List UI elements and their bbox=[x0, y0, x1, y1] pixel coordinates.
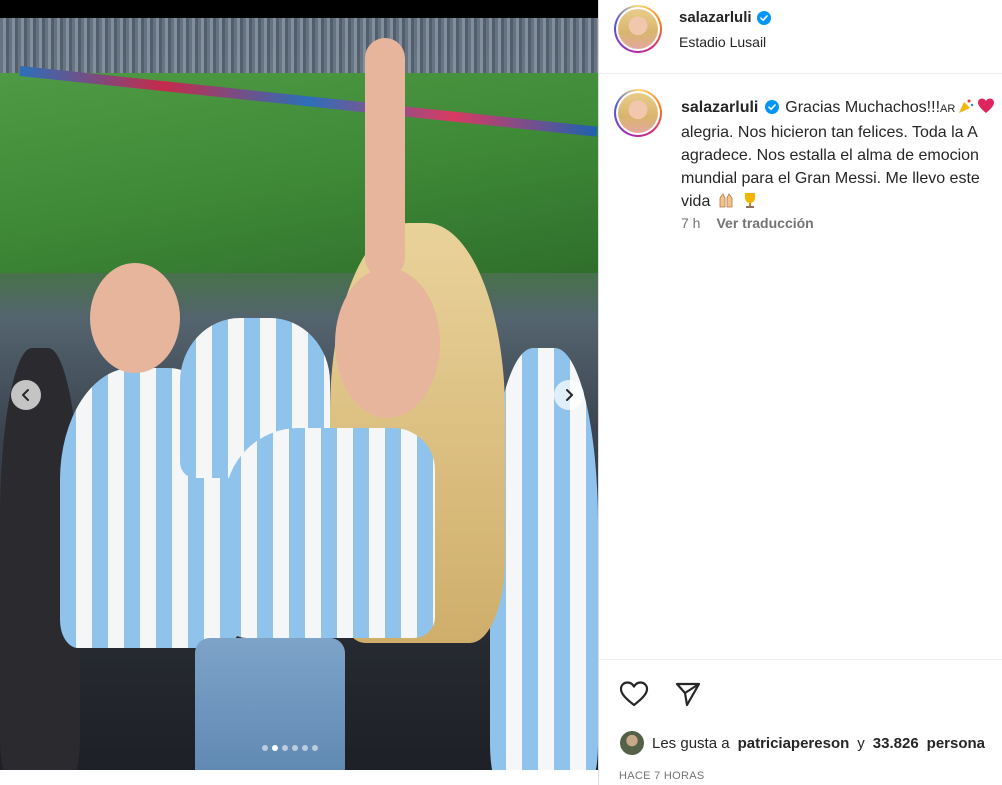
header-avatar[interactable] bbox=[614, 5, 662, 53]
carousel-dot bbox=[302, 745, 308, 751]
header-username-text[interactable]: salazarluli bbox=[679, 9, 752, 26]
likes-suffix[interactable]: persona bbox=[927, 735, 985, 752]
caption-line: salazarluli Gracias Muchachos!!!AR bbox=[681, 96, 1002, 121]
verified-badge-icon bbox=[756, 10, 771, 25]
caption-text: vida bbox=[681, 193, 711, 210]
translate-button[interactable]: Ver traducción bbox=[716, 215, 813, 231]
actions-divider bbox=[599, 659, 1002, 660]
caption-line: mundial para el Gran Messi. Me llevo est… bbox=[681, 170, 980, 187]
trophy-icon bbox=[745, 193, 756, 208]
heart-icon bbox=[619, 681, 649, 707]
carousel-next-button[interactable] bbox=[554, 380, 584, 410]
header-username[interactable]: salazarluli bbox=[679, 9, 771, 26]
liker-avatar[interactable] bbox=[620, 731, 644, 755]
raising-hands-icon bbox=[719, 193, 733, 208]
chevron-right-icon bbox=[566, 389, 573, 401]
fan-right-shirt bbox=[490, 348, 598, 770]
heart-emoji-icon bbox=[978, 98, 995, 113]
caption-time: 7 h bbox=[681, 215, 701, 231]
stadium-crowd bbox=[0, 18, 598, 78]
likes-summary: Les gusta a patriciapereson y 33.826 per… bbox=[620, 731, 985, 755]
flag-text: AR bbox=[940, 103, 956, 115]
post-caption: salazarluli Gracias Muchachos!!!AR alegr… bbox=[681, 96, 1002, 213]
carousel-dots bbox=[262, 745, 318, 751]
carousel-dot bbox=[272, 745, 278, 751]
carousel-prev-button[interactable] bbox=[11, 380, 41, 410]
header-divider bbox=[599, 73, 1002, 74]
caption-avatar[interactable] bbox=[614, 89, 662, 137]
verified-badge-icon bbox=[764, 100, 779, 114]
caption-line: agradece. Nos estalla el alma de emocion bbox=[681, 147, 979, 164]
carousel-dot bbox=[292, 745, 298, 751]
top-black-bar bbox=[0, 0, 598, 18]
header-location[interactable]: Estadio Lusail bbox=[679, 34, 766, 50]
avatar-photo bbox=[618, 93, 658, 133]
chevron-left-icon bbox=[22, 389, 29, 401]
caption-text: Gracias Muchachos!!! bbox=[785, 99, 941, 116]
caption-line: alegria. Nos hicieron tan felices. Toda … bbox=[681, 124, 978, 141]
post-actions bbox=[618, 678, 704, 710]
likes-count[interactable]: 33.826 bbox=[873, 735, 919, 752]
avatar-photo bbox=[618, 9, 658, 49]
woman-argentina-top bbox=[225, 428, 435, 638]
carousel-dot bbox=[282, 745, 288, 751]
likes-prefix: Les gusta a bbox=[652, 734, 730, 752]
caption-line: vida bbox=[681, 190, 1002, 213]
post-timestamp[interactable]: HACE 7 HORAS bbox=[619, 770, 705, 782]
party-popper-icon bbox=[959, 99, 974, 113]
share-button[interactable] bbox=[672, 678, 704, 710]
caption-username[interactable]: salazarluli bbox=[681, 99, 758, 116]
post-photo[interactable] bbox=[0, 18, 598, 770]
like-button[interactable] bbox=[618, 678, 650, 710]
raised-arm bbox=[365, 38, 405, 278]
paper-plane-icon bbox=[675, 682, 701, 707]
woman-face bbox=[335, 268, 440, 418]
likes-username[interactable]: patriciapereson bbox=[738, 735, 850, 752]
caption-meta: 7 h Ver traducción bbox=[681, 215, 814, 231]
likes-and: y bbox=[857, 734, 865, 752]
carousel-dot bbox=[262, 745, 268, 751]
panel-divider bbox=[598, 0, 599, 785]
carousel-dot bbox=[312, 745, 318, 751]
fan-face bbox=[90, 263, 180, 373]
